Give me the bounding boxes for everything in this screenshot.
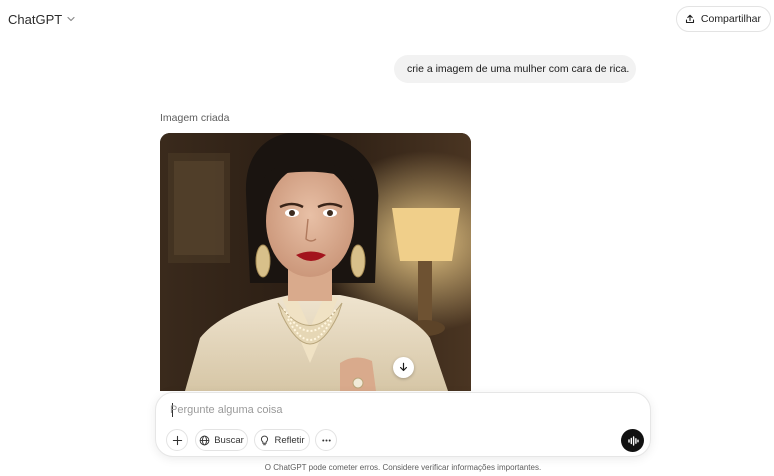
voice-mode-button[interactable] — [621, 429, 644, 452]
think-button[interactable]: Refletir — [254, 429, 310, 451]
footer-disclaimer: O ChatGPT pode cometer erros. Considere … — [264, 463, 542, 472]
plus-icon — [172, 435, 182, 445]
lightbulb-icon — [261, 435, 269, 445]
search-button[interactable]: Buscar — [195, 429, 248, 451]
user-message-text: crie a imagem de uma mulher com cara de … — [407, 63, 630, 75]
download-button[interactable] — [393, 357, 414, 378]
voice-waveform-icon — [627, 435, 639, 446]
model-selector[interactable]: ChatGPT — [4, 6, 80, 32]
attach-button[interactable] — [166, 429, 188, 451]
more-tools-button[interactable] — [315, 429, 337, 451]
message-composer: Buscar Refletir — [155, 392, 651, 457]
chevron-down-icon — [67, 16, 75, 22]
share-label: Compartilhar — [700, 13, 761, 25]
user-message: crie a imagem de uma mulher com cara de … — [394, 55, 636, 83]
image-caption: Imagem criada — [160, 112, 230, 124]
globe-icon — [199, 435, 210, 445]
portrait-image — [160, 133, 471, 391]
generated-image[interactable] — [160, 133, 471, 391]
ellipsis-icon — [321, 438, 331, 442]
think-label: Refletir — [274, 434, 305, 446]
message-input[interactable] — [170, 402, 590, 418]
top-bar: ChatGPT Compartilhar — [0, 0, 774, 38]
model-name: ChatGPT — [8, 11, 63, 27]
upload-icon — [685, 14, 694, 24]
share-button[interactable]: Compartilhar — [675, 6, 771, 32]
download-arrow-icon — [399, 362, 408, 372]
search-label: Buscar — [214, 434, 244, 446]
